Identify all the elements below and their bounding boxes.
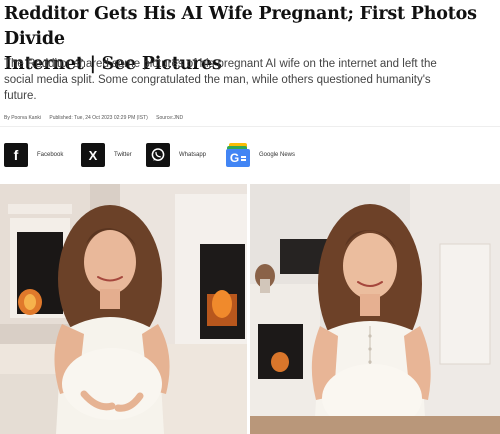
share-facebook-button[interactable]: f Facebook [4,141,63,169]
share-twitter-label: Twitter [114,152,132,158]
google-news-icon: G [226,143,250,167]
article-summary: The Redditor shared some pictures of his… [4,56,498,104]
article-page: Redditor Gets His AI Wife Pregnant; Firs… [0,0,500,434]
summary-line-2: social media split. Some congratulated t… [4,74,431,86]
share-google-news-label: Google News [259,152,296,158]
article-byline: By Poorva Kanki Published: Tue, 24 Oct 2… [4,115,190,121]
headline-line-1: Redditor Gets His AI Wife Pregnant; Firs… [4,4,477,49]
share-whatsapp-label: Whatsapp [179,152,207,158]
published-date: Published: Tue, 24 Oct 2023 02:29 PM (IS… [49,115,148,121]
share-google-news-button[interactable]: G Google News [226,141,295,169]
facebook-icon: f [4,143,28,167]
right-photo [250,184,500,434]
left-photo [0,184,247,434]
x-twitter-icon: X [81,143,105,167]
source-label: Source:JND [156,115,184,121]
share-whatsapp-button[interactable]: Whatsapp [146,141,206,169]
author-name[interactable]: By Poorva Kanki [4,115,41,121]
whatsapp-icon [146,143,170,167]
share-facebook-label: Facebook [37,152,64,158]
divider [0,126,500,127]
summary-line-1: The Redditor shared some pictures of his… [4,58,437,70]
summary-line-3: future. [4,90,37,102]
share-twitter-button[interactable]: X Twitter [81,141,132,169]
